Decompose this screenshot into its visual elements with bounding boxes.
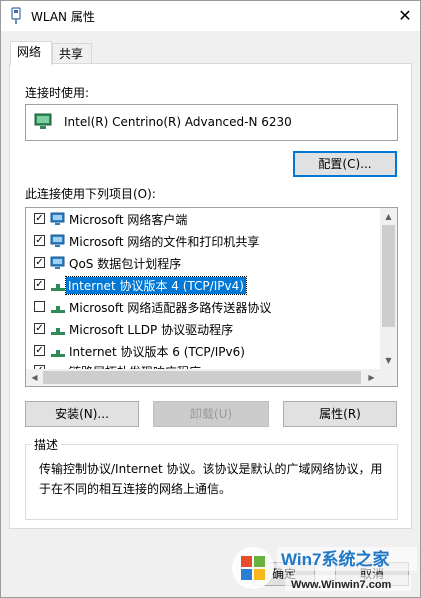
adapter-box: Intel(R) Centrino(R) Advanced-N 6230	[25, 104, 398, 141]
item-label: Microsoft 网络客户端	[69, 213, 188, 227]
item-checkbox[interactable]: ✓	[34, 279, 45, 290]
watermark-brand: Win7系统之家	[281, 549, 389, 569]
scroll-thumb[interactable]	[382, 225, 395, 327]
item-checkbox[interactable]: ✓	[34, 235, 45, 246]
item-checkbox[interactable]: ✓	[34, 213, 45, 224]
wlan-icon	[9, 7, 23, 25]
item-label: Microsoft 网络的文件和打印机共享	[69, 235, 260, 249]
list-item[interactable]: ✓ Internet 协议版本 6 (TCP/IPv6)	[26, 340, 376, 362]
scroll-right-arrow-icon[interactable]: ▶	[363, 369, 380, 386]
protocol-icon	[50, 277, 66, 293]
list-item[interactable]: ✓ Internet 协议版本 4 (TCP/IPv4)	[26, 274, 376, 296]
horizontal-scrollbar[interactable]: ◀ ▶	[26, 369, 380, 386]
scroll-left-arrow-icon[interactable]: ◀	[26, 369, 43, 386]
network-client-icon	[50, 255, 66, 271]
scroll-down-arrow-icon[interactable]: ▼	[380, 352, 397, 369]
item-label: Internet 协议版本 4 (TCP/IPv4)	[65, 276, 247, 295]
network-client-icon	[50, 233, 66, 249]
items-listbox[interactable]: ✓ Microsoft 网络客户端 ✓ Microsoft 网络的文件和打印机共…	[25, 207, 398, 387]
item-checkbox[interactable]	[34, 301, 45, 312]
list-item[interactable]: ✓ QoS 数据包计划程序	[26, 252, 376, 274]
title-bar[interactable]: WLAN 属性 ✕	[1, 1, 420, 31]
item-label: Microsoft 网络适配器多路传送器协议	[69, 301, 272, 315]
description-text: 传输控制协议/Internet 协议。该协议是默认的广域网络协议，用于在不同的相…	[39, 462, 383, 496]
vertical-scrollbar[interactable]: ▲ ▼	[380, 208, 397, 369]
scroll-up-arrow-icon[interactable]: ▲	[380, 208, 397, 225]
list-item[interactable]: ✓ Microsoft LLDP 协议驱动程序	[26, 318, 376, 340]
items-label: 此连接使用下列项目(O):	[25, 187, 156, 201]
list-item[interactable]: ✓ Microsoft 网络客户端	[26, 208, 376, 230]
list-item[interactable]: ✓ Microsoft 网络的文件和打印机共享	[26, 230, 376, 252]
description-legend: 描述	[31, 436, 62, 453]
install-button[interactable]: 安装(N)...	[25, 401, 139, 427]
item-label: Internet 协议版本 6 (TCP/IPv6)	[69, 345, 245, 359]
item-label: QoS 数据包计划程序	[69, 257, 182, 271]
network-adapter-icon	[34, 113, 52, 131]
properties-button[interactable]: 属性(R)	[283, 401, 397, 427]
uninstall-button[interactable]: 卸载(U)	[153, 401, 269, 427]
window-title: WLAN 属性	[31, 10, 95, 24]
close-button[interactable]: ✕	[390, 1, 420, 31]
win7-watermark-logo: Win7系统之家 Www.Winwin7.com	[229, 541, 419, 595]
configure-button[interactable]: 配置(C)...	[293, 151, 397, 177]
item-checkbox[interactable]: ✓	[34, 323, 45, 334]
network-client-icon	[50, 211, 66, 227]
item-checkbox[interactable]: ✓	[34, 257, 45, 268]
connect-using-label: 连接时使用:	[25, 86, 90, 100]
item-label: Microsoft LLDP 协议驱动程序	[69, 323, 234, 337]
list-item[interactable]: Microsoft 网络适配器多路传送器协议	[26, 296, 376, 318]
protocol-icon	[50, 299, 66, 315]
watermark-url: Www.Winwin7.com	[291, 579, 392, 591]
tab-sharing[interactable]: 共享	[52, 43, 92, 63]
tab-network[interactable]: 网络	[10, 41, 52, 65]
protocol-icon	[50, 321, 66, 337]
wlan-properties-dialog: WLAN 属性 ✕ 网络 共享 连接时使用: Intel(R) Centrino…	[0, 0, 421, 598]
adapter-name: Intel(R) Centrino(R) Advanced-N 6230	[64, 115, 292, 129]
protocol-icon	[50, 343, 66, 359]
horizontal-scroll-thumb[interactable]	[43, 371, 361, 384]
scrollbar-corner	[380, 369, 397, 386]
item-checkbox[interactable]: ✓	[34, 345, 45, 356]
